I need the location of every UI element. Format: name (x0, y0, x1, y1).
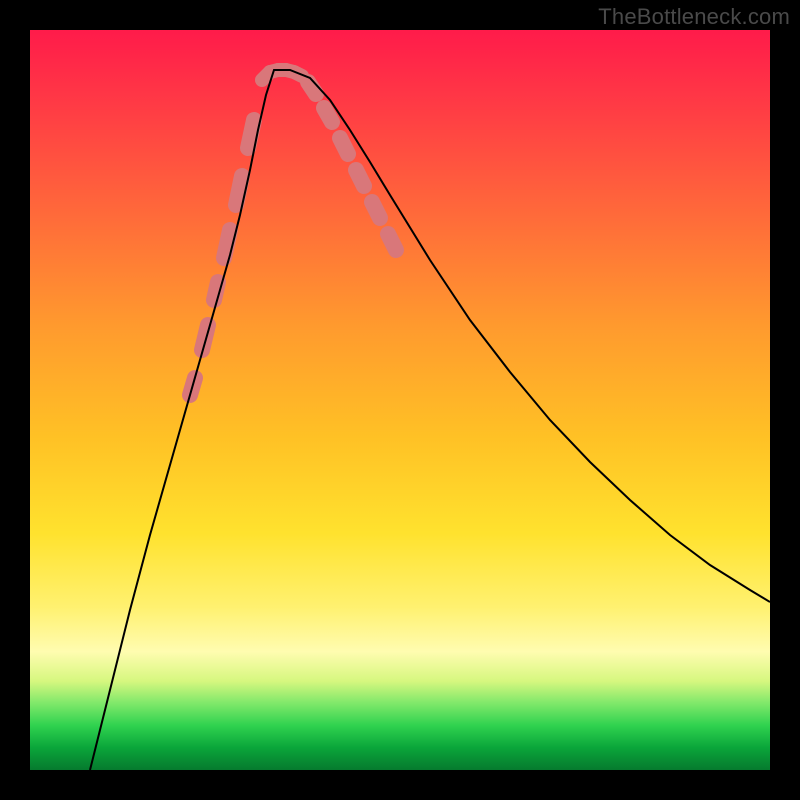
highlight-segment (236, 176, 242, 205)
chart-frame (30, 30, 770, 770)
highlight-segment (372, 202, 380, 218)
highlight-right (308, 82, 396, 250)
highlight-segment (248, 120, 254, 148)
highlight-segment (356, 170, 364, 186)
watermark-text: TheBottleneck.com (598, 4, 790, 30)
curve-svg (30, 30, 770, 770)
highlight-segment (340, 138, 348, 154)
highlight-left (190, 120, 254, 395)
highlight-segment (324, 108, 332, 122)
highlight-segment (224, 230, 230, 258)
bottleneck-curve (90, 70, 770, 770)
highlight-segment (388, 234, 396, 250)
